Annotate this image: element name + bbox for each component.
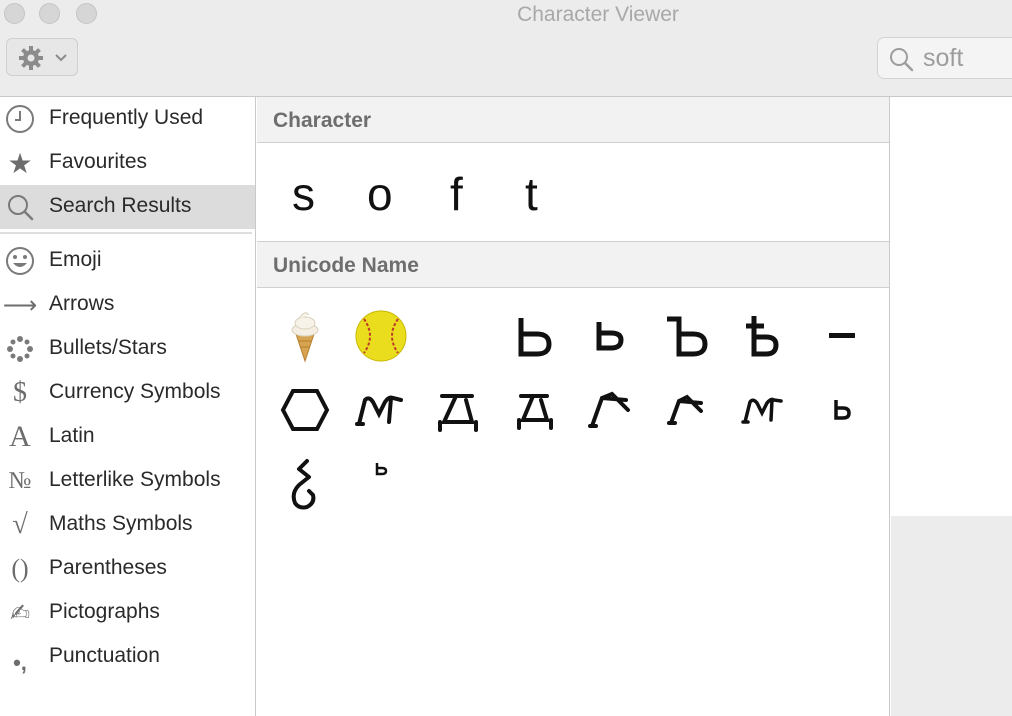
cyrillic-soft-sign-lower-icon[interactable] xyxy=(575,304,645,368)
unicode-name-section-header: Unicode Name xyxy=(257,241,889,288)
sidebar-item-letterlike-symbols[interactable]: № Letterlike Symbols xyxy=(0,459,255,503)
dollar-icon: $ xyxy=(13,377,27,408)
arrow-icon: ⟶ xyxy=(2,291,38,319)
sidebar-item-label: Parentheses xyxy=(49,556,167,579)
punctuation-icon: •, xyxy=(13,650,27,675)
sidebar-item-label: Punctuation xyxy=(49,644,160,667)
sidebar-item-label: Letterlike Symbols xyxy=(49,468,221,491)
glagolitic-d-icon[interactable] xyxy=(423,378,493,442)
cyrillic-soft-sign-small-icon[interactable] xyxy=(807,378,877,442)
sidebar-item-search-results[interactable]: Search Results xyxy=(0,185,255,229)
character-preview-pane xyxy=(891,97,1012,516)
search-icon xyxy=(4,191,36,223)
sidebar-item-bullets-stars[interactable]: Bullets/Stars xyxy=(0,327,255,371)
search-icon xyxy=(890,48,914,72)
window-title: Character Viewer xyxy=(517,3,679,26)
sidebar-item-label: Latin xyxy=(49,424,95,447)
title-bar: Character Viewer xyxy=(0,0,1012,97)
glagolitic-l-small-icon[interactable] xyxy=(652,378,722,442)
sidebar-item-frequently-used[interactable]: Frequently Used xyxy=(0,97,255,141)
sidebar-item-maths-symbols[interactable]: √ Maths Symbols xyxy=(0,503,255,547)
latin-a-icon: A xyxy=(9,420,31,453)
cyrillic-hard-sign-upper-icon[interactable] xyxy=(652,304,722,368)
smiley-icon xyxy=(4,245,36,277)
section-title: Unicode Name xyxy=(273,254,419,277)
gear-icon xyxy=(19,46,43,70)
sidebar-divider xyxy=(0,232,252,234)
cyrillic-soft-sign-upper-icon[interactable] xyxy=(500,304,570,368)
superscript-soft-sign-icon[interactable] xyxy=(346,437,416,501)
sidebar-item-label: Pictographs xyxy=(49,600,160,623)
chevron-down-icon xyxy=(55,54,67,62)
glagolitic-d-small-icon[interactable] xyxy=(500,378,570,442)
softball-emoji-icon[interactable] xyxy=(346,304,416,368)
search-input[interactable] xyxy=(923,44,1012,72)
character-tile[interactable]: s xyxy=(292,167,315,221)
parentheses-icon: () xyxy=(11,554,29,583)
short-dash-icon[interactable] xyxy=(807,304,877,368)
sidebar-item-punctuation[interactable]: •, Punctuation xyxy=(0,635,255,679)
pencil-icon: ✍ xyxy=(9,599,31,627)
character-tile[interactable]: f xyxy=(450,167,463,221)
sidebar-item-label: Currency Symbols xyxy=(49,380,221,403)
asterisk-icon xyxy=(4,333,36,365)
sidebar-item-label: Bullets/Stars xyxy=(49,336,167,359)
sidebar-item-pictographs[interactable]: ✍ Pictographs xyxy=(0,591,255,635)
action-menu-button[interactable] xyxy=(6,38,78,76)
sidebar-item-label: Emoji xyxy=(49,248,102,271)
sidebar-item-label: Favourites xyxy=(49,150,148,173)
character-tile[interactable]: t xyxy=(525,167,538,221)
category-sidebar: Frequently Used ★ Favourites Search Resu… xyxy=(0,97,256,716)
clock-icon xyxy=(4,103,36,135)
glagolitic-m-small-icon[interactable] xyxy=(729,378,799,442)
sidebar-item-favourites[interactable]: ★ Favourites xyxy=(0,141,255,185)
glagolitic-m-icon[interactable] xyxy=(346,378,416,442)
character-section-header: Character xyxy=(257,97,889,143)
sidebar-item-arrows[interactable]: ⟶ Arrows xyxy=(0,283,255,327)
sidebar-item-parentheses[interactable]: () Parentheses xyxy=(0,547,255,591)
glagolitic-zemlja-icon[interactable] xyxy=(270,452,340,516)
blank-glyph[interactable] xyxy=(423,304,493,368)
sidebar-item-emoji[interactable]: Emoji xyxy=(0,239,255,283)
sidebar-item-label: Arrows xyxy=(49,292,115,315)
sidebar-item-label: Search Results xyxy=(49,194,192,217)
results-panel: Character s o f t Unicode Name xyxy=(257,97,890,716)
character-info-pane xyxy=(891,516,1012,716)
sidebar-item-label: Maths Symbols xyxy=(49,512,193,535)
ice-cream-emoji-icon[interactable] xyxy=(270,304,340,368)
glagolitic-l-icon[interactable] xyxy=(575,378,645,442)
sidebar-item-currency-symbols[interactable]: $ Currency Symbols xyxy=(0,371,255,415)
square-root-icon: √ xyxy=(12,509,28,540)
character-tile[interactable]: o xyxy=(367,167,393,221)
cyrillic-hard-sign-lower-icon[interactable] xyxy=(729,304,799,368)
star-icon: ★ xyxy=(7,147,33,179)
hexagon-icon[interactable] xyxy=(270,378,340,442)
sidebar-item-label: Frequently Used xyxy=(49,106,204,129)
search-field[interactable] xyxy=(877,37,1012,79)
sidebar-item-latin[interactable]: A Latin xyxy=(0,415,255,459)
numero-icon: № xyxy=(8,467,32,494)
section-title: Character xyxy=(273,109,372,132)
